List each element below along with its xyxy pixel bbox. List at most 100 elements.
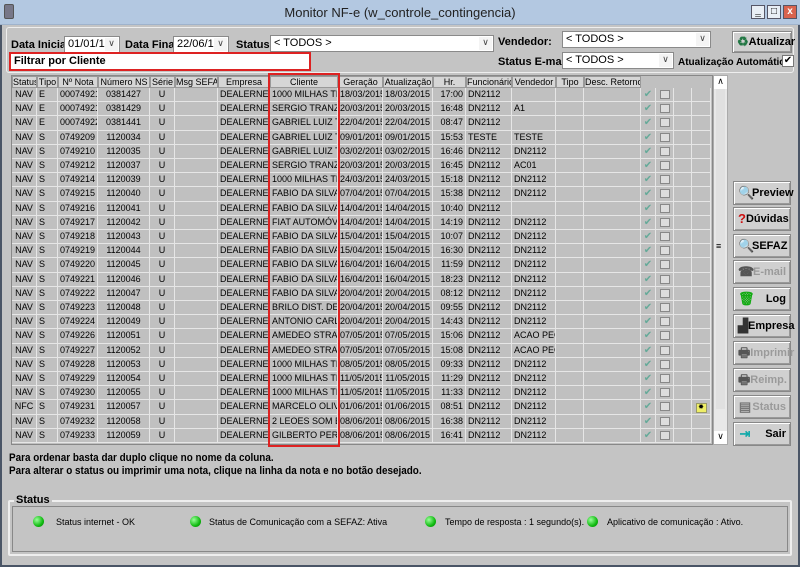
status-button[interactable]: ▤ Status bbox=[733, 395, 791, 419]
check-icon[interactable]: ✔ bbox=[641, 258, 656, 273]
scroll-down-icon[interactable]: ∨ bbox=[714, 431, 727, 444]
table-row[interactable]: NAV S 0749228 1120053 U DEALERNET 1000 MILHAS … bbox=[12, 357, 711, 372]
data-final-field[interactable]: 22/06/15 ∨ bbox=[173, 36, 229, 53]
sefaz-button[interactable]: 🔍 SEFAZ bbox=[733, 234, 791, 258]
column-header[interactable]: Série bbox=[150, 76, 175, 88]
chevron-down-icon[interactable]: ∨ bbox=[105, 38, 118, 51]
table-row[interactable]: NAV S 0749219 1120044 U DEALERNET FABIO DA SIL… bbox=[12, 244, 711, 259]
document-icon[interactable] bbox=[656, 116, 674, 131]
warning-icon[interactable]: ✸ bbox=[692, 400, 711, 415]
scroll-thumb[interactable]: ≡ bbox=[716, 89, 725, 409]
document-icon[interactable] bbox=[656, 215, 674, 230]
document-icon[interactable] bbox=[656, 301, 674, 316]
column-header[interactable]: Desc. Retorno bbox=[584, 76, 641, 88]
table-row[interactable]: NAV S 0749218 1120043 U DEALERNET FABIO DA SIL… bbox=[12, 230, 711, 245]
column-header[interactable]: Status bbox=[12, 76, 37, 88]
check-icon[interactable]: ✔ bbox=[641, 315, 656, 330]
document-icon[interactable] bbox=[656, 343, 674, 358]
table-row[interactable]: NAV S 0749217 1120042 U DEALERNET FIAT AUTOMÓV… bbox=[12, 215, 711, 230]
table-row[interactable]: NAV S 0749216 1120041 U DEALERNET FABIO DA SIL… bbox=[12, 201, 711, 216]
column-header[interactable]: Msg SEFAZ bbox=[175, 76, 218, 88]
column-header[interactable]: Cliente bbox=[270, 76, 338, 88]
column-header[interactable]: Atualização bbox=[383, 76, 433, 88]
chevron-down-icon[interactable]: ∨ bbox=[659, 54, 672, 67]
check-icon[interactable]: ✔ bbox=[641, 386, 656, 401]
table-row[interactable]: NAV S 0749229 1120054 U DEALERNET 1000 MILHAS … bbox=[12, 372, 711, 387]
document-icon[interactable] bbox=[656, 414, 674, 429]
reimp-button[interactable]: 🖶 Reimp. bbox=[733, 368, 791, 392]
column-header[interactable]: Empresa bbox=[218, 76, 270, 88]
document-icon[interactable] bbox=[656, 187, 674, 202]
check-icon[interactable]: ✔ bbox=[641, 116, 656, 131]
check-icon[interactable]: ✔ bbox=[641, 144, 656, 159]
table-row[interactable]: NAV S 0749209 1120034 U DEALERNET GABRIEL LUIZ… bbox=[12, 130, 711, 145]
column-header[interactable]: Nº Nota bbox=[58, 76, 98, 88]
table-scrollbar[interactable]: ∧ ≡ ∨ bbox=[713, 75, 728, 445]
table-row[interactable]: NAV S 0749214 1120039 U DEALERNET 1000 MILHAS … bbox=[12, 173, 711, 188]
vendedor-select[interactable]: < TODOS > ∨ bbox=[562, 31, 711, 48]
table-row[interactable]: NAV S 0749215 1120040 U DEALERNET FABIO DA SIL… bbox=[12, 187, 711, 202]
status-select[interactable]: < TODOS > ∨ bbox=[270, 35, 494, 52]
document-icon[interactable] bbox=[656, 230, 674, 245]
document-icon[interactable] bbox=[656, 286, 674, 301]
email-button[interactable]: ☎ E-mail bbox=[733, 260, 791, 284]
preview-button[interactable]: 🔍 Preview bbox=[733, 181, 794, 205]
check-icon[interactable]: ✔ bbox=[641, 343, 656, 358]
document-icon[interactable] bbox=[656, 428, 674, 443]
check-icon[interactable]: ✔ bbox=[641, 102, 656, 117]
filter-by-client-field[interactable]: Filtrar por Cliente bbox=[9, 52, 311, 71]
table-row[interactable]: NAV S 0749220 1120045 U DEALERNET FABIO DA SIL… bbox=[12, 258, 711, 273]
chevron-down-icon[interactable]: ∨ bbox=[214, 38, 227, 51]
document-icon[interactable] bbox=[656, 88, 674, 103]
document-icon[interactable] bbox=[656, 372, 674, 387]
chevron-down-icon[interactable]: ∨ bbox=[696, 33, 709, 46]
table-row[interactable]: NAV S 0749221 1120046 U DEALERNET FABIO DA SIL… bbox=[12, 272, 711, 287]
table-row[interactable]: NAVS07492241120049U DEALERNETANTONIO CARL… bbox=[12, 315, 711, 330]
status-email-select[interactable]: < TODOS > ∨ bbox=[562, 52, 674, 69]
document-icon[interactable] bbox=[656, 173, 674, 188]
log-button[interactable]: 🗑 Log bbox=[733, 287, 791, 311]
table-row[interactable]: NAV S 0749232 1120058 U DEALERNET 2 LEOES SOM … bbox=[12, 414, 711, 429]
table-row[interactable]: NFCS07492311120057U DEALERNETMARCELO OLIV… bbox=[12, 400, 711, 415]
check-icon[interactable]: ✔ bbox=[641, 372, 656, 387]
table-row[interactable]: NAV S 0749233 1120059 U DEALERNET GILBERTO PER… bbox=[12, 428, 711, 443]
check-icon[interactable]: ✔ bbox=[641, 286, 656, 301]
check-icon[interactable]: ✔ bbox=[641, 201, 656, 216]
check-icon[interactable]: ✔ bbox=[641, 244, 656, 259]
check-icon[interactable]: ✔ bbox=[641, 357, 656, 372]
chevron-down-icon[interactable]: ∨ bbox=[479, 37, 492, 50]
atualizar-button[interactable]: ♻ Atualizar bbox=[732, 31, 795, 53]
document-icon[interactable] bbox=[656, 272, 674, 287]
check-icon[interactable]: ✔ bbox=[641, 88, 656, 103]
column-header[interactable]: Vendedor bbox=[512, 76, 556, 88]
check-icon[interactable]: ✔ bbox=[641, 414, 656, 429]
check-icon[interactable]: ✔ bbox=[641, 187, 656, 202]
minimize-button[interactable]: ‗ bbox=[751, 5, 765, 19]
table-row[interactable]: NAVS07492261120051U DEALERNETAMEDEO STRAZ… bbox=[12, 329, 711, 344]
table-row[interactable]: NAVE0007492250381441U DEALERNETGABRIEL LU… bbox=[12, 116, 711, 131]
document-icon[interactable] bbox=[656, 201, 674, 216]
column-header[interactable]: Tipo bbox=[37, 76, 58, 88]
scroll-up-icon[interactable]: ∧ bbox=[714, 76, 727, 89]
table-row[interactable]: NAVE0007492130381429U DEALERNETSERGIO TRA… bbox=[12, 102, 711, 117]
document-icon[interactable] bbox=[656, 130, 674, 145]
table-row[interactable]: NAVS07492121120037U DEALERNETSERGIO TRANZ… bbox=[12, 159, 711, 174]
column-header[interactable]: Tipo bbox=[556, 76, 584, 88]
table-row[interactable]: NAVS07492271120052U DEALERNETAMEDEO STRAZ… bbox=[12, 343, 711, 358]
table-row[interactable]: NAV S 0749223 1120048 U DEALERNET BRILO DIST. … bbox=[12, 301, 711, 316]
check-icon[interactable]: ✔ bbox=[641, 329, 656, 344]
table-row[interactable]: NAV S 0749230 1120055 U DEALERNET 1000 MILHAS … bbox=[12, 386, 711, 401]
duvidas-button[interactable]: ? Dúvidas bbox=[733, 207, 791, 231]
table-row[interactable]: NAV S 0749210 1120035 U DEALERNET GABRIEL LUIZ… bbox=[12, 144, 711, 159]
check-icon[interactable]: ✔ bbox=[641, 173, 656, 188]
check-icon[interactable]: ✔ bbox=[641, 272, 656, 287]
maximize-button[interactable]: □ bbox=[767, 5, 781, 19]
check-icon[interactable]: ✔ bbox=[641, 400, 656, 415]
column-header[interactable]: Funcionário bbox=[466, 76, 512, 88]
document-icon[interactable] bbox=[656, 258, 674, 273]
document-icon[interactable] bbox=[656, 315, 674, 330]
check-icon[interactable]: ✔ bbox=[641, 130, 656, 145]
table-row[interactable]: NAVE0007492110381427U DEALERNET1000 MILHA… bbox=[12, 88, 711, 103]
imprimir-button[interactable]: 🖶 Imprimir bbox=[733, 341, 794, 365]
check-icon[interactable]: ✔ bbox=[641, 301, 656, 316]
